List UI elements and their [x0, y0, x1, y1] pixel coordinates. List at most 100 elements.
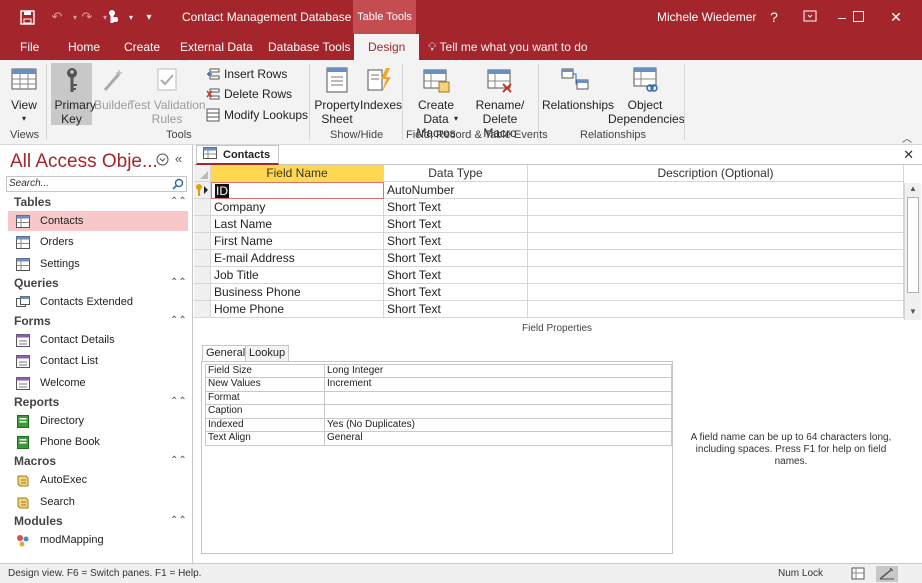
row-selector[interactable]: [194, 301, 211, 318]
row-selector[interactable]: [194, 267, 211, 284]
table-row[interactable]: Job Title Short Text: [194, 267, 904, 284]
view-button[interactable]: View ▾: [6, 66, 42, 126]
data-type-cell[interactable]: Short Text: [384, 267, 528, 284]
row-selector[interactable]: [194, 233, 211, 250]
row-selector[interactable]: [194, 216, 211, 233]
relationships-button[interactable]: Relationships: [542, 66, 614, 112]
insert-rows-button[interactable]: Insert Rows: [206, 67, 287, 81]
collapse-queries-icon[interactable]: ⌃⌃: [170, 277, 187, 288]
nav-pane-menu-icon[interactable]: [156, 153, 169, 169]
shutter-bar-close-icon[interactable]: «: [175, 151, 182, 166]
nav-item-modmapping[interactable]: modMapping: [8, 530, 188, 550]
design-view-icon[interactable]: [876, 566, 898, 582]
property-row[interactable]: Field Size Long Integer: [205, 364, 672, 378]
close-icon[interactable]: ✕: [886, 7, 906, 27]
field-name-cell[interactable]: E-mail Address: [211, 250, 384, 267]
field-name-cell[interactable]: Home Phone: [211, 301, 384, 318]
data-type-cell[interactable]: AutoNumber: [384, 182, 528, 199]
property-row[interactable]: Caption: [205, 405, 672, 419]
customize-qat-icon[interactable]: ▾: [140, 8, 158, 26]
nav-section-modules[interactable]: Modules: [14, 514, 63, 528]
description-cell[interactable]: [528, 250, 904, 267]
save-icon[interactable]: [18, 8, 36, 26]
data-type-cell[interactable]: Short Text: [384, 199, 528, 216]
tab-file[interactable]: File: [20, 40, 39, 54]
collapse-reports-icon[interactable]: ⌃⌃: [170, 396, 187, 407]
row-selector[interactable]: [194, 199, 211, 216]
collapse-macros-icon[interactable]: ⌃⌃: [170, 455, 187, 466]
close-document-icon[interactable]: ✕: [903, 147, 914, 163]
document-tab-contacts[interactable]: Contacts: [196, 145, 280, 165]
select-all-corner[interactable]: [194, 165, 211, 182]
data-type-cell[interactable]: Short Text: [384, 301, 528, 318]
nav-item-contact-details[interactable]: Contact Details: [8, 330, 188, 350]
property-row[interactable]: Format: [205, 391, 672, 405]
property-value[interactable]: Long Integer: [324, 364, 672, 378]
touch-mode-icon[interactable]: [104, 8, 122, 26]
tab-lookup[interactable]: Lookup: [245, 345, 290, 362]
delete-rows-button[interactable]: Delete Rows: [206, 87, 292, 101]
nav-item-welcome[interactable]: Welcome: [8, 373, 188, 393]
scroll-up-icon[interactable]: ▲: [909, 184, 917, 193]
data-type-cell[interactable]: Short Text: [384, 284, 528, 301]
nav-item-contact-list[interactable]: Contact List: [8, 351, 188, 371]
help-button[interactable]: ?: [764, 7, 784, 27]
field-name-cell[interactable]: Company: [211, 199, 384, 216]
nav-pane-title[interactable]: All Access Obje...: [10, 151, 158, 173]
nav-item-search[interactable]: Search: [8, 492, 188, 512]
nav-section-tables[interactable]: Tables: [14, 195, 51, 209]
data-type-cell[interactable]: Short Text: [384, 216, 528, 233]
redo-icon[interactable]: ↷: [78, 8, 96, 26]
property-row[interactable]: Text Align General: [205, 432, 672, 446]
field-name-cell[interactable]: Job Title: [211, 267, 384, 284]
row-selector[interactable]: [194, 250, 211, 267]
column-header-field-name[interactable]: Field Name: [211, 165, 384, 182]
grid-vertical-scrollbar[interactable]: ▲ ▼: [904, 183, 921, 320]
field-name-cell[interactable]: First Name: [211, 233, 384, 250]
test-validation-rules-button[interactable]: Test Validation Rules: [128, 66, 206, 126]
nav-item-contacts-extended[interactable]: Contacts Extended: [8, 292, 188, 312]
collapse-modules-icon[interactable]: ⌃⌃: [170, 515, 187, 526]
nav-item-phone-book[interactable]: Phone Book: [8, 432, 188, 452]
description-cell[interactable]: [528, 284, 904, 301]
user-name[interactable]: Michele Wiedemer: [657, 10, 756, 24]
primary-key-button[interactable]: Primary Key: [51, 63, 96, 126]
row-selector-current[interactable]: [194, 182, 211, 199]
table-row[interactable]: Company Short Text: [194, 199, 904, 216]
maximize-icon[interactable]: [848, 7, 868, 27]
table-row[interactable]: ID AutoNumber: [194, 182, 904, 199]
nav-item-autoexec[interactable]: AutoExec: [8, 470, 188, 490]
tab-design[interactable]: Design: [354, 34, 420, 60]
property-value[interactable]: General: [324, 432, 672, 446]
data-type-cell[interactable]: Short Text: [384, 233, 528, 250]
modify-lookups-button[interactable]: Modify Lookups: [206, 108, 308, 122]
nav-item-orders[interactable]: Orders: [8, 232, 188, 252]
table-row[interactable]: Home Phone Short Text: [194, 301, 904, 318]
description-cell[interactable]: [528, 233, 904, 250]
description-cell[interactable]: [528, 182, 904, 199]
collapse-tables-icon[interactable]: ⌃⌃: [170, 196, 187, 207]
tab-create[interactable]: Create: [124, 40, 160, 54]
search-icon[interactable]: [172, 178, 184, 190]
table-row[interactable]: Last Name Short Text: [194, 216, 904, 233]
tab-database-tools[interactable]: Database Tools: [268, 40, 351, 54]
tab-home[interactable]: Home: [68, 40, 100, 54]
nav-item-settings[interactable]: Settings: [8, 254, 188, 274]
description-cell[interactable]: [528, 216, 904, 233]
property-value[interactable]: Yes (No Duplicates): [324, 418, 672, 432]
indexes-button[interactable]: Indexes: [360, 66, 402, 112]
property-value[interactable]: [324, 405, 672, 419]
description-cell[interactable]: [528, 267, 904, 284]
property-sheet-button[interactable]: Property Sheet: [314, 66, 360, 126]
tab-general[interactable]: General: [202, 345, 250, 362]
builder-button[interactable]: Builder: [94, 66, 131, 112]
touch-dropdown-icon[interactable]: ▾: [122, 8, 140, 26]
field-name-cell[interactable]: Business Phone: [211, 284, 384, 301]
table-row[interactable]: Business Phone Short Text: [194, 284, 904, 301]
collapse-ribbon-icon[interactable]: ︿: [902, 130, 912, 145]
nav-section-forms[interactable]: Forms: [14, 314, 51, 328]
column-header-description[interactable]: Description (Optional): [528, 165, 904, 182]
nav-item-directory[interactable]: Directory: [8, 411, 188, 431]
tab-external-data[interactable]: External Data: [180, 40, 253, 54]
data-type-cell[interactable]: Short Text: [384, 250, 528, 267]
